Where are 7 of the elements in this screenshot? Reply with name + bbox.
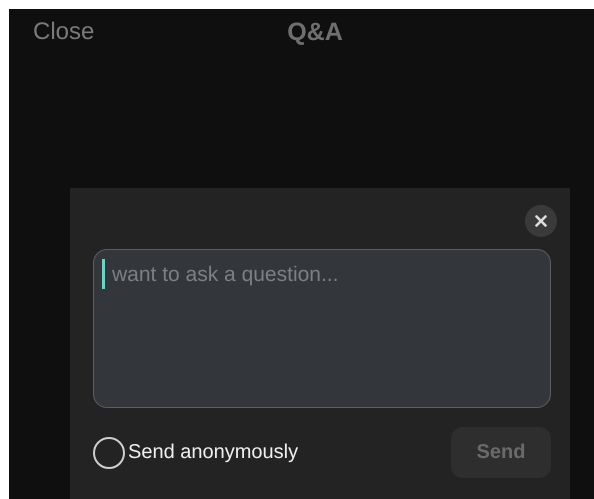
question-field[interactable]: want to ask a question... xyxy=(93,249,551,408)
anonymous-checkbox[interactable] xyxy=(93,436,125,468)
anonymous-label: Send anonymously xyxy=(128,441,298,464)
close-button[interactable]: Close xyxy=(33,18,94,46)
text-caret xyxy=(102,259,105,289)
screen-title: Q&A xyxy=(287,18,343,46)
close-icon[interactable] xyxy=(525,205,557,237)
